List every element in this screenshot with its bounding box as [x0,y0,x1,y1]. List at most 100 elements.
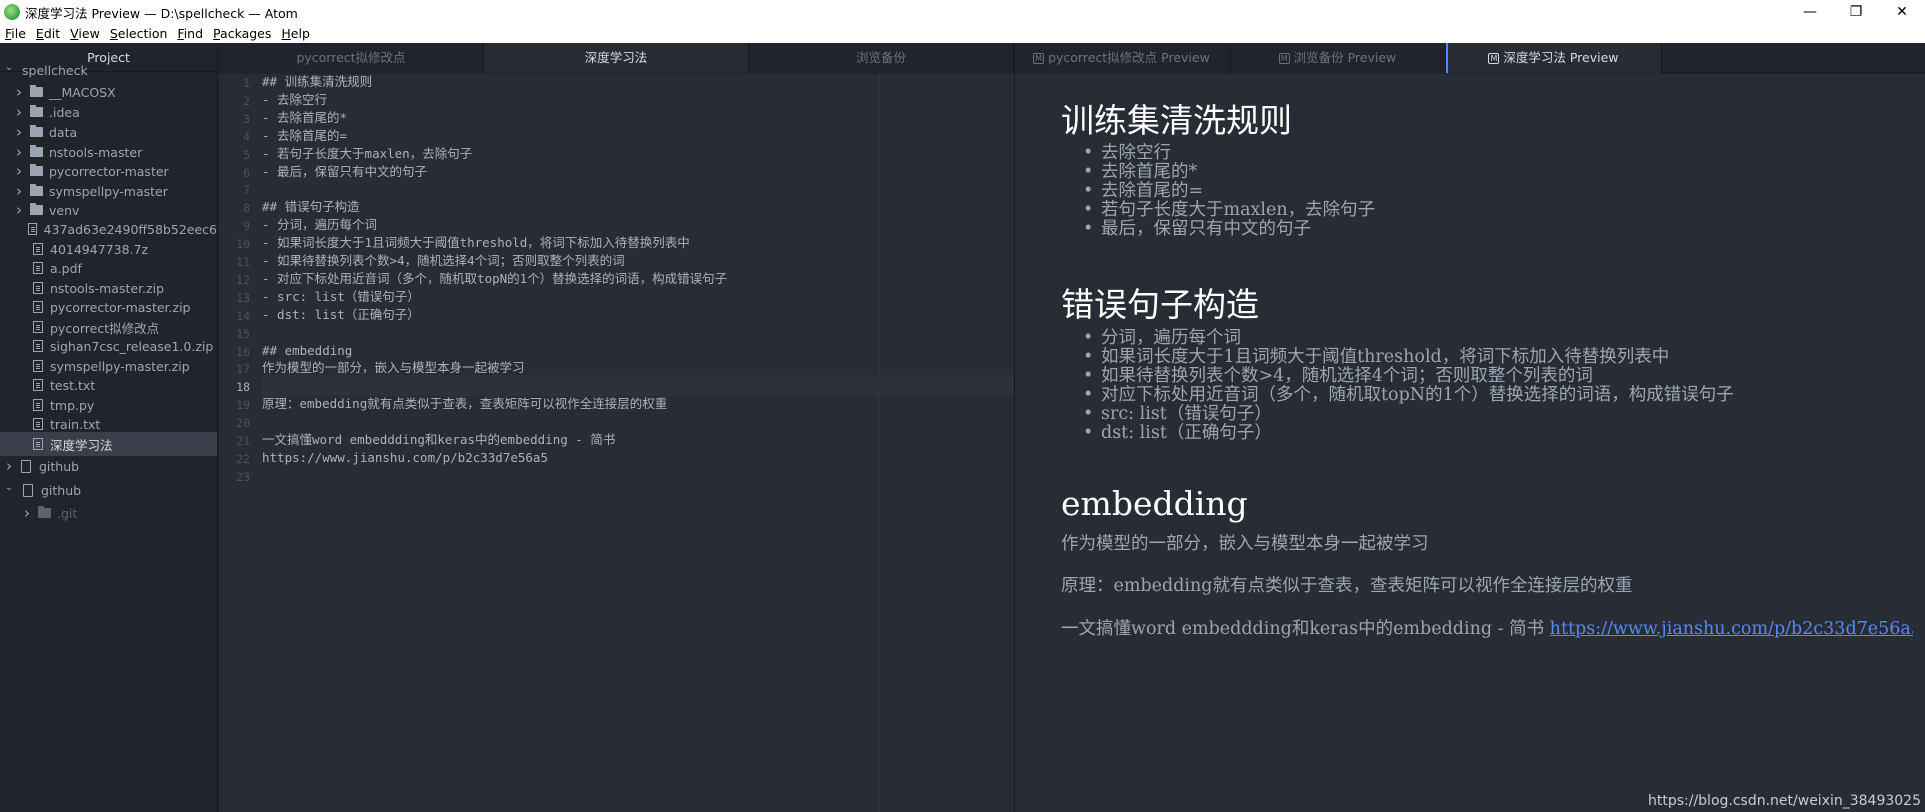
window-title: 深度学习法 Preview — D:\spellcheck — Atom [25,5,298,21]
tab-label: 深度学习法 Preview [1503,50,1619,65]
menu-label-rest: ile [11,26,26,41]
restore-button[interactable]: ❐ [1833,0,1879,24]
close-button[interactable]: ✕ [1879,0,1925,24]
file-icon [33,379,43,391]
line-number: 18 [236,380,250,394]
chevron-down-icon[interactable]: ⌄ [4,62,14,73]
preview-scrollbar[interactable] [1913,74,1925,812]
menu-accelerator-key: H [281,26,291,41]
line-number: 8 [243,201,250,215]
markdown-preview-pane[interactable]: 训练集清洗规则 去除空行去除首尾的*去除首尾的=若句子长度大于maxlen，去除… [1015,74,1925,812]
markdown-icon: M [1033,53,1045,64]
preview-list-1: 去除空行去除首尾的*去除首尾的=若句子长度大于maxlen，去除句子最后，保留只… [1083,144,1375,240]
chevron-right-icon[interactable]: › [22,504,32,522]
menu-item-help[interactable]: Help [276,24,315,43]
tab-bar-filler [1662,43,1925,72]
tree-item-label: github [41,482,82,498]
preview-list-2: 分词，遍历每个词如果词长度大于1且词频大于阈值threshold，将词下标加入待… [1083,329,1734,444]
file-icon [33,418,43,430]
file-icon [33,282,43,294]
preview-list-item: 如果待替换列表个数>4，随机选择4个词；否则取整个列表的词 [1083,367,1734,387]
menu-label-rest: ackages [220,26,272,41]
folder-icon [30,145,43,157]
tree-item-label: train.txt [50,416,101,432]
file-icon [33,243,43,255]
repo-icon [23,483,33,497]
preview-list-item: src: list（错误句子） [1083,405,1734,425]
chevron-right-icon[interactable]: › [14,162,24,180]
folder-icon [30,105,43,117]
line-number: 2 [243,94,250,108]
tree-item-19[interactable]: 深度学习法 [0,432,217,456]
wrap-guide [879,74,880,812]
menu-item-find[interactable]: Find [172,24,208,43]
line-number: 1 [243,76,250,90]
line-number: 11 [236,255,250,269]
atom-logo-icon [4,4,20,20]
chevron-right-icon[interactable]: › [14,123,24,141]
chevron-right-icon[interactable]: › [4,457,14,475]
code-line: - dst: list（正确句子） [262,307,420,322]
line-number: 14 [236,309,250,323]
menu-item-view[interactable]: View [65,24,105,43]
tree-item-label: 437ad63e2490ff58b52eec6 [43,221,217,237]
tab-bar: pycorrect拟修改点 深度学习法 浏览备份 Mpycorrect拟修改点 Pre… [219,43,1925,73]
file-icon [33,360,43,372]
window-controls: — ❐ ✕ [1787,0,1925,24]
menu-item-file[interactable]: File [0,24,31,43]
menu-label-rest: iew [78,26,100,41]
line-number: 16 [236,345,250,359]
repo-icon [21,459,31,473]
line-number: 7 [243,183,250,197]
editor-pane[interactable]: 1 2 3 4 5 6 7 8 9 10 11 12 13 14 15 16 17 18 19 20 21 22 23 ##… [219,74,1014,812]
tab-5[interactable]: M 深度学习法 Preview [1446,43,1662,73]
tree-item-22[interactable]: › .git [0,501,217,525]
tree-item-label: 4014947738.7z [50,241,149,257]
chevron-right-icon[interactable]: › [14,83,24,101]
line-number: 15 [236,327,250,341]
folder-icon [38,506,51,518]
tab-2[interactable]: 浏览备份 [749,43,1014,73]
tree-item-label: symspellpy-master [49,183,168,199]
line-number: 4 [243,130,250,144]
menu-accelerator-key: E [35,26,44,41]
chevron-down-icon[interactable]: ⌄ [4,482,14,493]
menu-label-rest: ind [183,26,204,41]
line-number: 23 [236,470,250,484]
preview-heading-1: 训练集清洗规则 [1061,101,1292,140]
preview-heading-2: 错误句子构造 [1061,285,1259,324]
line-number: 17 [236,362,250,376]
tab-0[interactable]: pycorrect拟修改点 [219,43,484,73]
chevron-right-icon[interactable]: › [14,103,24,121]
tree-item-21[interactable]: ⌄ github [0,478,217,502]
preview-link[interactable]: https://www.jianshu.com/p/b2c33d7e56a5 [1550,619,1922,639]
preview-list-item: dst: list（正确句子） [1083,424,1734,444]
file-icon [33,321,43,333]
preview-heading-3: embedding [1061,484,1248,523]
file-icon [27,223,37,235]
menu-item-selection[interactable]: Selection [105,24,173,43]
minimize-button[interactable]: — [1787,0,1833,24]
line-number: 6 [243,166,250,180]
tree-item-20[interactable]: › github [0,454,217,478]
tab-4[interactable]: M 浏览备份 Preview [1230,43,1446,73]
tab-label: pycorrect拟修改点 [296,50,406,65]
preview-list-item: 最后，保留只有中文的句子 [1083,220,1375,240]
line-number: 9 [243,219,250,233]
tree-item-label: test.txt [50,377,96,393]
preview-list-item: 去除首尾的= [1083,182,1375,202]
tree-item-label: nstools-master [49,144,143,160]
menu-item-packages[interactable]: Packages [208,24,276,43]
preview-list-item: 若句子长度大于maxlen，去除句子 [1083,201,1375,221]
menu-item-edit[interactable]: Edit [31,24,65,43]
tab-3[interactable]: Mpycorrect拟修改点 Preview [1014,43,1230,73]
tree-item-label: spellcheck [22,62,88,78]
tab-1[interactable]: 深度学习法 [484,43,749,73]
line-number: 12 [236,273,250,287]
preview-list-item: 对应下标处用近音词（多个，随机取topN的1个）替换选择的词语，构成错误句子 [1083,386,1734,406]
markdown-icon: M [1278,53,1290,64]
file-icon [33,262,43,274]
preview-paragraph-3: 一文搞懂word embeddding和keras中的embedding - 简… [1061,615,1922,640]
tree-item-0[interactable]: ⌄ spellcheck [0,58,217,82]
menu-label-rest: elp [290,26,310,41]
